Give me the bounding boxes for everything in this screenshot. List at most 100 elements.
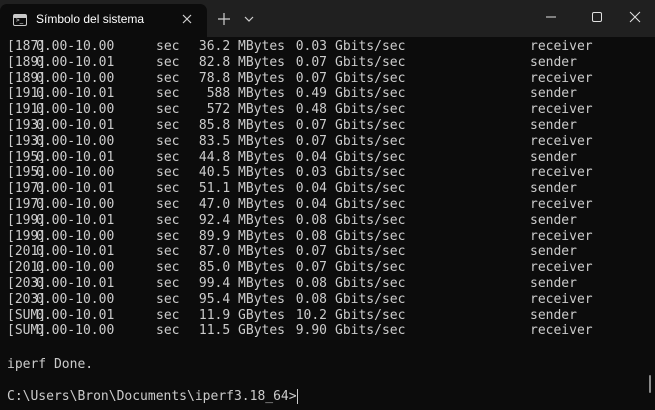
row-bitrate: 0.03 [295, 39, 327, 54]
row-role: receiver [530, 102, 593, 118]
row-interval-unit: sec [156, 118, 180, 133]
row-interval: 0.00-10.01 [36, 54, 115, 70]
scrollbar-thumb[interactable] [649, 375, 651, 393]
row-role: receiver [530, 70, 593, 86]
maximize-icon[interactable] [589, 9, 605, 25]
close-icon[interactable] [627, 9, 643, 25]
row-bitrate: 0.07 [295, 260, 327, 276]
prompt-path: C:\Users\Bron\Documents\iperf3.18_64> [7, 389, 297, 404]
row-transfer: 89.9 MBytes [198, 228, 285, 244]
row-transfer: 11.9 GBytes [198, 307, 285, 323]
row-bitrate-unit: Gbits/sec [335, 291, 406, 307]
row-role: sender [530, 276, 577, 291]
row-role: receiver [530, 260, 593, 276]
row-bitrate-unit: Gbits/sec [335, 54, 406, 70]
row-interval: 0.00-10.00 [36, 197, 115, 212]
row-transfer: 82.8 MBytes [198, 54, 285, 70]
row-interval: 0.00-10.01 [36, 118, 115, 133]
row-role: sender [530, 212, 577, 228]
row-bitrate-unit: Gbits/sec [335, 197, 406, 212]
row-bitrate-unit: Gbits/sec [335, 165, 406, 181]
row-interval: 0.00-10.01 [36, 181, 115, 197]
row-bitrate: 0.08 [295, 291, 327, 307]
row-bitrate-unit: Gbits/sec [335, 323, 406, 339]
row-bitrate-unit: Gbits/sec [335, 212, 406, 228]
row-bitrate: 10.2 [295, 307, 327, 323]
row-bitrate-unit: Gbits/sec [335, 276, 406, 291]
row-role: sender [530, 86, 577, 102]
row-bitrate: 0.08 [295, 212, 327, 228]
row-bitrate-unit: Gbits/sec [335, 70, 406, 86]
text-cursor [296, 389, 298, 404]
row-interval-unit: sec [156, 228, 180, 244]
row-bitrate: 0.48 [295, 102, 327, 118]
command-prompt-line[interactable]: C:\Users\Bron\Documents\iperf3.18_64> [7, 389, 298, 405]
row-transfer: 47.0 MBytes [198, 197, 285, 212]
row-transfer: 36.2 MBytes [198, 39, 285, 54]
row-role: receiver [530, 228, 593, 244]
row-transfer: 95.4 MBytes [198, 291, 285, 307]
tab-command-prompt[interactable]: >_ Símbolo del sistema [0, 4, 207, 37]
row-bitrate-unit: Gbits/sec [335, 228, 406, 244]
row-bitrate-unit: Gbits/sec [335, 118, 406, 133]
row-bitrate-unit: Gbits/sec [335, 86, 406, 102]
row-role: sender [530, 54, 577, 70]
row-transfer: 87.0 MBytes [198, 244, 285, 260]
row-transfer: 588 MBytes [206, 86, 285, 102]
row-role: sender [530, 181, 577, 197]
row-bitrate-unit: Gbits/sec [335, 133, 406, 149]
row-interval-unit: sec [156, 276, 180, 291]
row-bitrate: 0.07 [295, 118, 327, 133]
tab-close-icon[interactable] [180, 12, 194, 26]
row-interval-unit: sec [156, 323, 180, 339]
row-bitrate: 0.07 [295, 133, 327, 149]
chevron-down-icon[interactable] [241, 11, 257, 27]
row-interval: 0.00-10.00 [36, 228, 115, 244]
row-interval-unit: sec [156, 149, 180, 165]
row-role: sender [530, 118, 577, 133]
row-transfer: 83.5 MBytes [198, 133, 285, 149]
row-interval-unit: sec [156, 197, 180, 212]
row-role: receiver [530, 165, 593, 181]
row-interval: 0.00-10.00 [36, 260, 115, 276]
row-interval: 0.00-10.01 [36, 307, 115, 323]
row-interval: 0.00-10.00 [36, 102, 115, 118]
row-interval-unit: sec [156, 244, 180, 260]
row-bitrate: 0.04 [295, 197, 327, 212]
row-transfer: 51.1 MBytes [198, 181, 285, 197]
row-interval-unit: sec [156, 54, 180, 70]
row-bitrate-unit: Gbits/sec [335, 260, 406, 276]
row-role: sender [530, 149, 577, 165]
row-interval: 0.00-10.01 [36, 244, 115, 260]
row-interval: 0.00-10.01 [36, 212, 115, 228]
row-interval-unit: sec [156, 307, 180, 323]
new-tab-plus-icon[interactable] [216, 11, 232, 27]
tab-title: Símbolo del sistema [36, 12, 145, 26]
done-message: iperf Done. [7, 357, 94, 372]
row-interval: 0.00-10.01 [36, 86, 115, 102]
terminal-window: >_ Símbolo del sistema [187] 0.00-10.00 … [0, 0, 655, 410]
row-role: sender [530, 307, 577, 323]
row-interval: 0.00-10.00 [36, 39, 115, 54]
row-transfer: 44.8 MBytes [198, 149, 285, 165]
row-bitrate-unit: Gbits/sec [335, 307, 406, 323]
row-transfer: 99.4 MBytes [198, 276, 285, 291]
row-interval: 0.00-10.01 [36, 276, 115, 291]
row-bitrate: 0.08 [295, 276, 327, 291]
row-interval: 0.00-10.00 [36, 165, 115, 181]
cmd-icon: >_ [13, 14, 27, 26]
row-bitrate: 0.04 [295, 181, 327, 197]
row-role: receiver [530, 291, 593, 307]
row-interval-unit: sec [156, 70, 180, 86]
row-interval: 0.00-10.00 [36, 291, 115, 307]
row-role: receiver [530, 39, 593, 54]
title-bar: >_ Símbolo del sistema [0, 0, 655, 37]
row-interval-unit: sec [156, 133, 180, 149]
row-bitrate-unit: Gbits/sec [335, 244, 406, 260]
row-transfer: 40.5 MBytes [198, 165, 285, 181]
row-bitrate: 0.07 [295, 54, 327, 70]
terminal-output[interactable]: [187] 0.00-10.00 sec 36.2 MBytes 0.03 Gbits/s… [7, 39, 647, 410]
row-bitrate: 0.07 [295, 70, 327, 86]
row-bitrate: 0.08 [295, 228, 327, 244]
minimize-icon[interactable] [543, 9, 559, 25]
